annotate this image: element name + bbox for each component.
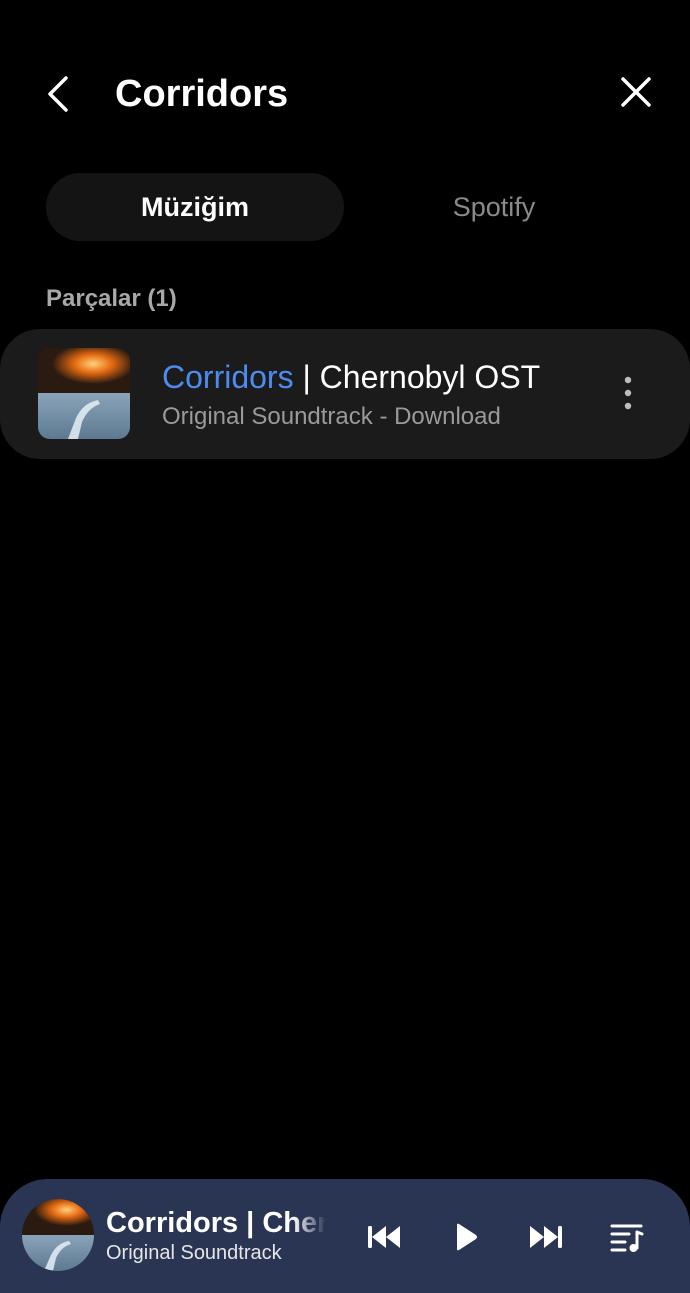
section-label-tracks: Parçalar (1) bbox=[46, 285, 177, 312]
chevron-left-icon bbox=[48, 76, 68, 112]
track-subtitle: Original Soundtrack - Download bbox=[162, 403, 501, 430]
mini-player-title: Corridors | Chernobyl OST bbox=[106, 1207, 326, 1239]
play-button[interactable] bbox=[443, 1215, 487, 1259]
mini-player[interactable]: Corridors | Chernobyl OST Original Sound… bbox=[0, 1179, 690, 1293]
track-list-item[interactable]: Corridors | Chernobyl OST Original Sound… bbox=[0, 329, 690, 459]
more-vertical-icon bbox=[624, 376, 632, 410]
close-button[interactable] bbox=[614, 70, 658, 114]
album-art bbox=[38, 348, 130, 439]
track-title: Corridors | Chernobyl OST bbox=[162, 357, 540, 397]
page-title: Corridors bbox=[115, 73, 289, 115]
more-options-button[interactable] bbox=[612, 373, 644, 413]
next-button[interactable] bbox=[524, 1215, 568, 1259]
tab-spotify[interactable]: Spotify bbox=[345, 173, 643, 241]
mini-player-album-art bbox=[22, 1199, 94, 1271]
playlist-button[interactable] bbox=[605, 1215, 649, 1259]
mini-player-subtitle: Original Soundtrack bbox=[106, 1242, 282, 1264]
previous-button[interactable] bbox=[362, 1215, 406, 1259]
next-icon bbox=[530, 1226, 562, 1248]
tab-muzigim[interactable]: Müziğim bbox=[46, 173, 344, 241]
playlist-icon bbox=[610, 1224, 644, 1252]
close-icon bbox=[621, 77, 651, 107]
play-icon bbox=[457, 1223, 477, 1251]
track-title-match: Corridors bbox=[162, 359, 294, 395]
header: Corridors bbox=[0, 0, 690, 190]
mini-player-title-wrap: Corridors | Chernobyl OST bbox=[106, 1205, 326, 1241]
back-button[interactable] bbox=[40, 70, 80, 118]
previous-icon bbox=[368, 1226, 400, 1248]
track-title-rest: | Chernobyl OST bbox=[293, 359, 541, 395]
